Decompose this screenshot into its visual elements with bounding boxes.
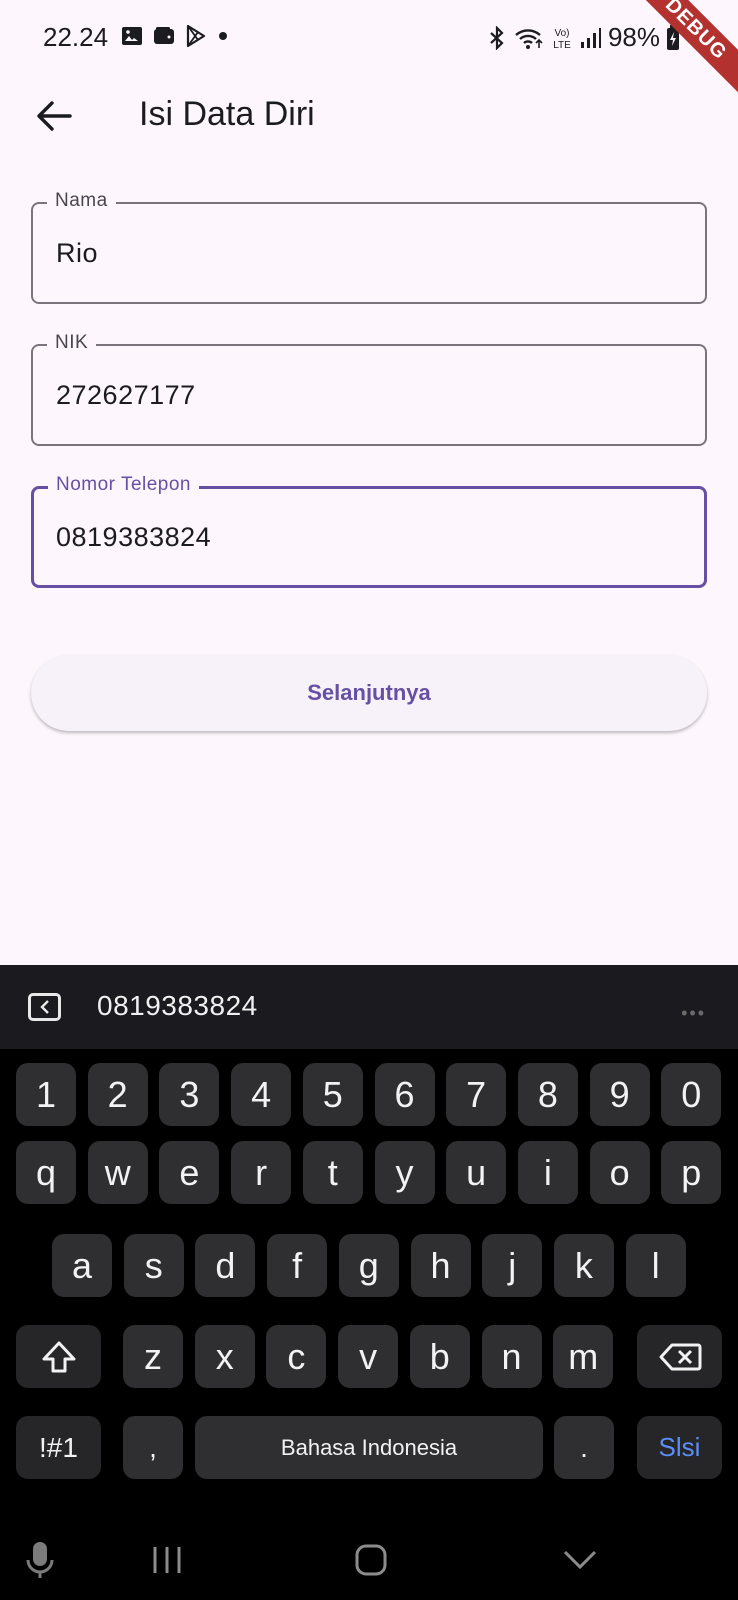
chevron-down-icon bbox=[563, 1550, 597, 1570]
key-b[interactable]: b bbox=[409, 1325, 470, 1388]
recents-icon bbox=[153, 1547, 181, 1573]
key-o[interactable]: o bbox=[589, 1141, 650, 1204]
key-0[interactable]: 0 bbox=[661, 1063, 722, 1126]
shift-icon bbox=[42, 1341, 75, 1372]
key-c[interactable]: c bbox=[266, 1325, 327, 1388]
bluetooth-icon bbox=[490, 25, 504, 50]
shift-key[interactable] bbox=[16, 1325, 101, 1388]
key-v[interactable]: v bbox=[338, 1325, 399, 1388]
notification-icons bbox=[120, 24, 230, 48]
key-9[interactable]: 9 bbox=[589, 1063, 650, 1126]
gallery-icon bbox=[122, 27, 142, 45]
key-x[interactable]: x bbox=[194, 1325, 255, 1388]
enter-key[interactable]: Slsi bbox=[637, 1416, 722, 1479]
comma-key[interactable]: , bbox=[123, 1416, 183, 1479]
key-q[interactable]: q bbox=[16, 1141, 76, 1204]
key-z[interactable]: z bbox=[123, 1325, 183, 1388]
signal-icon bbox=[580, 27, 601, 48]
nik-field-value: 272627177 bbox=[56, 380, 196, 410]
key-n[interactable]: n bbox=[481, 1325, 542, 1388]
name-field-value: Rio bbox=[56, 238, 99, 268]
page-title: Isi Data Diri bbox=[139, 95, 315, 133]
key-f[interactable]: f bbox=[267, 1234, 328, 1297]
keyboard: 0819383824 ••• 1234567890 qwertyuiop asdfg… bbox=[0, 965, 738, 1600]
key-i[interactable]: i bbox=[517, 1141, 578, 1204]
arrow-back-icon bbox=[37, 101, 72, 131]
name-field-label: Nama bbox=[47, 190, 116, 212]
home-icon bbox=[355, 1544, 387, 1576]
backspace-key[interactable] bbox=[637, 1325, 722, 1388]
svg-text:LTE: LTE bbox=[553, 40, 571, 51]
key-l[interactable]: l bbox=[625, 1234, 686, 1297]
keyboard-collapse-button[interactable] bbox=[28, 993, 61, 1021]
chevron-left-icon bbox=[39, 1000, 49, 1014]
period-key[interactable]: . bbox=[554, 1416, 614, 1479]
volte-icon: Vo)LTE bbox=[553, 28, 571, 51]
recent-apps-button[interactable] bbox=[143, 1538, 191, 1582]
hide-keyboard-button[interactable] bbox=[556, 1538, 604, 1582]
status-bar: 22.24 Vo) LTE 98% DEBUG bbox=[0, 0, 738, 111]
key-w[interactable]: w bbox=[87, 1141, 148, 1204]
navigation-bar bbox=[0, 1520, 738, 1600]
key-p[interactable]: p bbox=[661, 1141, 722, 1204]
svg-text:Vo): Vo) bbox=[554, 28, 569, 39]
nik-field-label: NIK bbox=[47, 332, 97, 354]
key-s[interactable]: s bbox=[123, 1234, 184, 1297]
key-m[interactable]: m bbox=[553, 1325, 614, 1388]
status-time: 22.24 bbox=[43, 22, 109, 52]
wifi-icon bbox=[515, 28, 543, 49]
keyboard-toolbar: 0819383824 ••• bbox=[0, 965, 738, 1049]
nik-field[interactable]: NIK 272627177 bbox=[31, 332, 707, 446]
home-button[interactable] bbox=[347, 1538, 395, 1582]
microphone-icon bbox=[26, 1542, 54, 1578]
symbols-key[interactable]: !#1 bbox=[16, 1416, 101, 1479]
voice-input-button[interactable] bbox=[16, 1538, 64, 1582]
name-field[interactable]: Nama Rio bbox=[31, 190, 707, 304]
phone-field-label: Nomor Telepon bbox=[48, 474, 200, 496]
app-bar: Isi Data Diri bbox=[0, 78, 738, 154]
space-key[interactable]: Bahasa Indonesia bbox=[195, 1416, 543, 1479]
key-d[interactable]: d bbox=[195, 1234, 256, 1297]
clipboard-suggestion[interactable]: 0819383824 bbox=[97, 990, 258, 1022]
play-store-icon bbox=[186, 24, 206, 48]
key-8[interactable]: 8 bbox=[517, 1063, 578, 1126]
key-5[interactable]: 5 bbox=[302, 1063, 363, 1126]
wallet-icon bbox=[154, 27, 174, 44]
key-4[interactable]: 4 bbox=[231, 1063, 292, 1126]
key-7[interactable]: 7 bbox=[446, 1063, 507, 1126]
key-y[interactable]: y bbox=[374, 1141, 435, 1204]
key-k[interactable]: k bbox=[553, 1234, 614, 1297]
key-h[interactable]: h bbox=[410, 1234, 471, 1297]
more-options-button[interactable]: ••• bbox=[681, 1003, 706, 1024]
battery-percent: 98% bbox=[607, 22, 660, 52]
key-e[interactable]: e bbox=[159, 1141, 220, 1204]
phone-field-value: 0819383824 bbox=[56, 522, 212, 552]
key-t[interactable]: t bbox=[302, 1141, 363, 1204]
key-j[interactable]: j bbox=[482, 1234, 543, 1297]
key-2[interactable]: 2 bbox=[87, 1063, 148, 1126]
phone-field[interactable]: Nomor Telepon 0819383824 bbox=[31, 474, 707, 588]
key-r[interactable]: r bbox=[231, 1141, 292, 1204]
dot-icon bbox=[219, 32, 227, 40]
key-1[interactable]: 1 bbox=[16, 1063, 76, 1126]
backspace-icon bbox=[659, 1343, 701, 1370]
key-6[interactable]: 6 bbox=[374, 1063, 435, 1126]
back-button[interactable] bbox=[30, 92, 78, 140]
key-g[interactable]: g bbox=[338, 1234, 399, 1297]
key-a[interactable]: a bbox=[52, 1234, 112, 1297]
status-right: Vo) LTE 98% bbox=[486, 22, 680, 53]
next-button[interactable]: Selanjutnya bbox=[31, 655, 707, 731]
key-u[interactable]: u bbox=[446, 1141, 507, 1204]
key-3[interactable]: 3 bbox=[159, 1063, 220, 1126]
